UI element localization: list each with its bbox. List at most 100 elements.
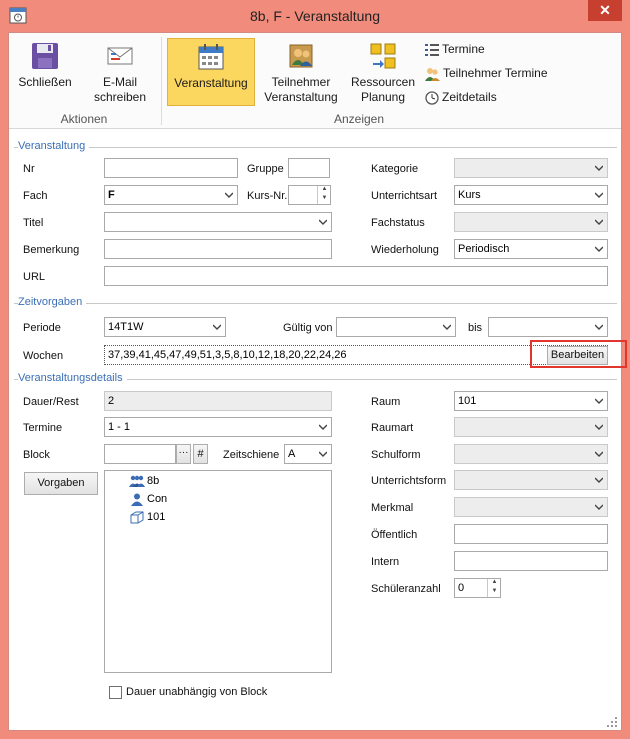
block-hash-button[interactable]: # [193,444,208,464]
gruppe-input[interactable] [288,158,330,178]
tree-item-teacher[interactable]: Con [129,491,167,507]
close-dialog-label: Schließen [18,75,72,89]
termine-select[interactable]: 1 - 1 [104,417,332,437]
merkmal-label: Merkmal [371,502,414,514]
zeitdetails-button[interactable]: Zeitdetails [425,88,497,106]
window-close-button[interactable]: ✕ [588,0,622,21]
raum-label: Raum [371,396,401,408]
merkmal-select[interactable] [454,497,608,517]
unterrichtsart-select[interactable]: Kurs [454,185,608,205]
schueleranzahl-value: 0 [458,582,465,594]
titel-select[interactable] [104,212,332,232]
periode-select[interactable]: 14T1W [104,317,226,337]
kursnr-label: Kurs-Nr. [247,190,288,202]
unterrichtsform-select[interactable] [454,470,608,490]
wiederholung-value: Periodisch [458,243,510,255]
block-input[interactable] [104,444,176,464]
close-dialog-button[interactable]: Schließen [15,41,75,103]
schueleranzahl-label: Schüleranzahl [371,583,441,595]
titel-label: Titel [23,217,44,229]
gueltig-von-date-picker[interactable] [336,317,456,337]
fach-value: F [108,189,115,201]
resource-planning-icon [370,43,396,69]
people-icon [425,67,440,81]
fachstatus-label: Fachstatus [371,217,425,229]
veranstaltung-view-label: Veranstaltung [174,76,248,90]
section-title-veranstaltung: Veranstaltung [18,140,90,152]
raumart-select[interactable] [454,417,608,437]
kursnr-spin-buttons[interactable]: ▲ ▼ [317,186,330,204]
status-bar [9,714,621,730]
raum-select[interactable]: 101 [454,391,608,411]
schueleranzahl-spin-buttons[interactable]: ▲ ▼ [487,579,500,597]
chevron-down-icon [319,451,327,457]
nr-input[interactable] [104,158,238,178]
section-title-zeitvorgaben: Zeitvorgaben [18,296,87,308]
kursnr-stepper[interactable]: ▲ ▼ [288,185,331,205]
teilnehmer-veranstaltung-button[interactable]: Teilnehmer Veranstaltung [260,41,342,107]
highlight-annotation [530,340,627,368]
chevron-down-icon [595,246,603,252]
email-label-line1: E-Mail [102,75,137,89]
kategorie-select[interactable] [454,158,608,178]
schueleranzahl-stepper[interactable]: 0 ▲ ▼ [454,578,501,598]
schulform-select[interactable] [454,444,608,464]
teilnehmer-veranstaltung-line2: Veranstaltung [264,90,338,104]
floppy-save-icon [32,43,58,69]
fach-select[interactable]: F [104,185,238,205]
email-envelope-icon [107,47,133,65]
spin-up-icon[interactable]: ▲ [318,186,330,194]
chevron-down-icon [595,324,603,330]
schulform-label: Schulform [371,449,421,461]
ressourcen-planung-button[interactable]: Ressourcen Planung [348,41,418,107]
oeffentlich-input[interactable] [454,524,608,544]
teilnehmer-termine-label: Teilnehmer Termine [443,66,548,80]
spin-up-icon[interactable]: ▲ [488,579,500,587]
bis-date-picker[interactable] [488,317,608,337]
raum-value: 101 [458,395,477,407]
checkbox-box[interactable] [109,685,122,699]
chevron-down-icon [595,398,603,404]
ribbon-toolbar: Schließen E-Mail schreiben Aktionen Vera… [9,33,621,129]
block-browse-button[interactable]: ··· [176,444,191,464]
email-button[interactable]: E-Mail schreiben [85,41,155,107]
chevron-down-icon [595,451,603,457]
url-input[interactable] [104,266,608,286]
group-icon [129,475,145,487]
fachstatus-select[interactable] [454,212,608,232]
dauer-unabhaengig-label: Dauer unabhängig von Block [126,686,268,698]
bemerkung-label: Bemerkung [23,244,80,256]
gueltig-von-label: Gültig von [283,322,333,334]
tree-item-class[interactable]: 8b [129,473,159,489]
termine-button[interactable]: Termine [425,40,485,58]
window-title: 8b, F - Veranstaltung [250,8,380,24]
chevron-down-icon [213,324,221,330]
tree-item-label: 8b [147,475,160,487]
vorgaben-button[interactable]: Vorgaben [24,472,98,495]
wiederholung-select[interactable]: Periodisch [454,239,608,259]
chevron-down-icon [319,424,327,430]
section-divider [14,147,617,148]
zeitschiene-label: Zeitschiene [223,449,280,461]
termine-field-label: Termine [23,422,63,434]
block-label: Block [23,449,50,461]
tree-item-label: 101 [147,511,166,523]
teilnehmer-veranstaltung-line1: Teilnehmer [271,75,331,89]
bemerkung-input[interactable] [104,239,332,259]
spin-down-icon[interactable]: ▼ [318,194,330,203]
tree-item-room[interactable]: 101 [129,509,165,525]
zeitschiene-select[interactable]: A [284,444,332,464]
nr-label: Nr [23,163,35,175]
resource-tree[interactable]: 8b Con 101 [104,470,332,673]
veranstaltung-view-button[interactable]: Veranstaltung [167,38,255,106]
resize-grip-icon[interactable] [607,717,617,727]
intern-input[interactable] [454,551,608,571]
teilnehmer-termine-button[interactable]: Teilnehmer Termine [425,64,548,82]
spin-down-icon[interactable]: ▼ [488,587,500,596]
dauer-unabhaengig-checkbox[interactable]: Dauer unabhängig von Block [109,685,267,699]
title-bar: 8b, F - Veranstaltung ✕ [0,0,630,32]
raumart-label: Raumart [371,422,414,434]
clock-icon [425,91,439,105]
url-label: URL [23,271,46,283]
list-icon [425,43,439,56]
